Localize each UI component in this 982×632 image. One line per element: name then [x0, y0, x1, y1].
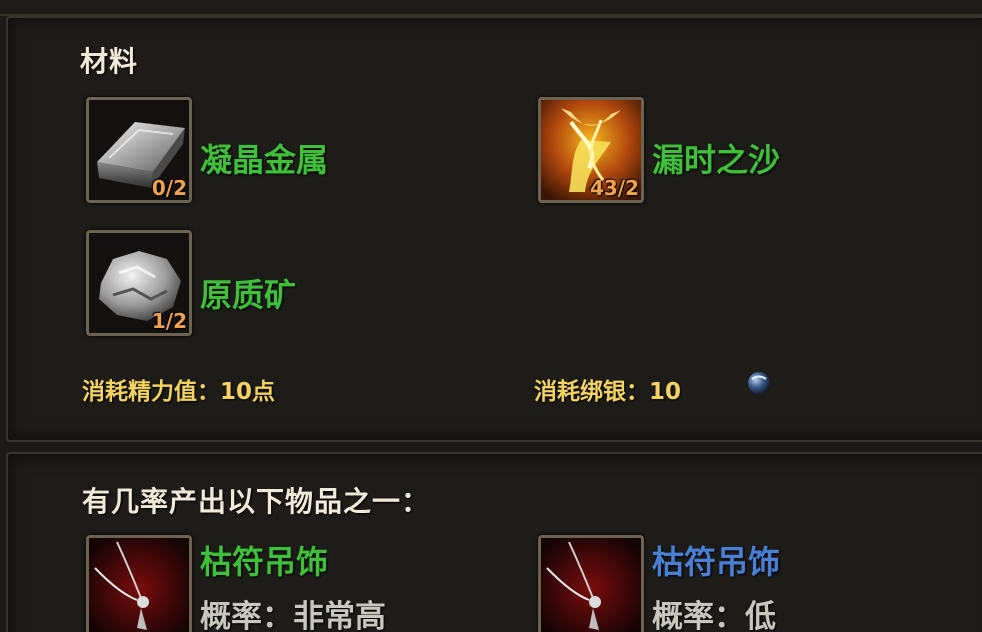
prob-value: 低 [745, 599, 776, 632]
silver-cost-label: 消耗绑银： [534, 379, 649, 405]
pendant-slot-rare[interactable] [538, 535, 644, 632]
ore-name[interactable]: 原质矿 [200, 270, 296, 316]
stamina-cost-value: 10点 [220, 379, 276, 405]
stamina-cost: 消耗精力值：10点 [82, 372, 275, 406]
top-frame-border [0, 0, 982, 16]
output-rare-prob: 概率：低 [652, 591, 776, 632]
hourglass-sand-slot[interactable]: 43/2 [538, 97, 644, 203]
pendant-icon [541, 538, 641, 632]
materials-title: 材料 [80, 45, 139, 78]
prob-value: 非常高 [293, 599, 386, 632]
crafting-window: 材料 0/2 凝晶金属 43/2 漏时之沙 1/2 原质矿 消耗精力值：10点 … [0, 0, 982, 632]
sand-count: 43/2 [589, 176, 639, 200]
silver-cost: 消耗绑银：10 [534, 372, 681, 406]
prob-label: 概率： [200, 599, 293, 632]
output-rare-name[interactable]: 枯符吊饰 [652, 537, 780, 583]
output-common-name[interactable]: 枯符吊饰 [200, 537, 328, 583]
bound-silver-coin-icon [748, 372, 770, 394]
pendant-slot-common[interactable] [86, 535, 192, 632]
stamina-cost-label: 消耗精力值： [82, 379, 220, 405]
metal-name[interactable]: 凝晶金属 [200, 135, 328, 181]
metal-count: 0/2 [151, 176, 187, 200]
output-common-prob: 概率：非常高 [200, 591, 386, 632]
pendant-icon [89, 538, 189, 632]
sand-name[interactable]: 漏时之沙 [652, 135, 780, 181]
outputs-title: 有几率产出以下物品之一： [82, 485, 431, 518]
ore-count: 1/2 [151, 309, 187, 333]
metal-ingot-slot[interactable]: 0/2 [86, 97, 192, 203]
silver-cost-value: 10 [649, 379, 682, 405]
prob-label: 概率： [652, 599, 745, 632]
raw-ore-slot[interactable]: 1/2 [86, 230, 192, 336]
